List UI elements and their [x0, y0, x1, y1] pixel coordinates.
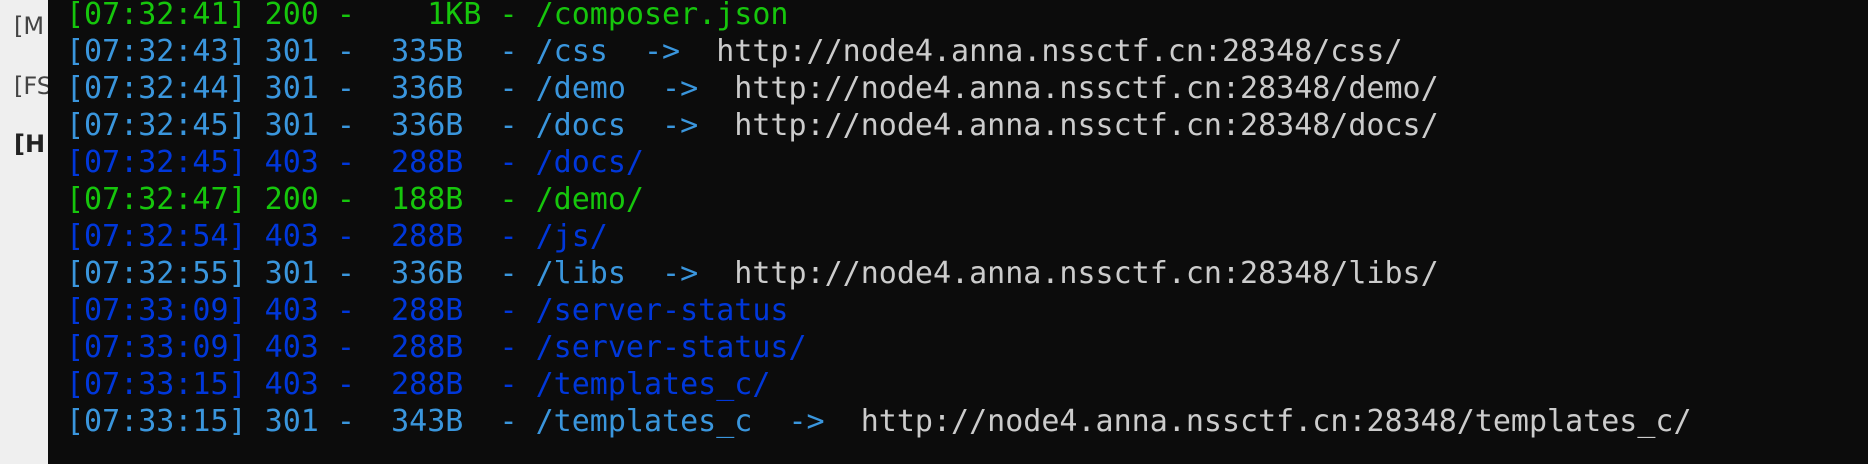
background-text-fragment: [H	[14, 130, 46, 158]
log-line-301: [07:32:55] 301 - 336B - /libs -> http://…	[66, 255, 1439, 292]
log-line-200: [07:32:41] 200 - 1KB - /composer.json	[66, 0, 788, 33]
background-text-fragment: [M	[14, 12, 45, 40]
screen: [M [FS [H [07:32:41] 200 - 1KB - /compos…	[0, 0, 1868, 464]
log-line-text: [07:32:45] 301 - 336B - /docs ->	[66, 108, 735, 143]
redirect-target: http://node4.anna.nssctf.cn:28348/templa…	[860, 404, 1692, 439]
log-line-text: [07:33:09] 403 - 288B - /server-status/	[66, 330, 807, 365]
log-line-301: [07:32:44] 301 - 336B - /demo -> http://…	[66, 70, 1439, 107]
log-line-301: [07:33:15] 301 - 343B - /templates_c -> …	[66, 403, 1692, 440]
log-line-301: [07:32:43] 301 - 335B - /css -> http://n…	[66, 33, 1403, 70]
terminal-window[interactable]: [07:32:41] 200 - 1KB - /composer.json [0…	[48, 0, 1868, 464]
redirect-target: http://node4.anna.nssctf.cn:28348/css/	[716, 34, 1403, 69]
log-line-text: [07:33:15] 301 - 343B - /templates_c ->	[66, 404, 861, 439]
background-text-fragment: [FS	[14, 72, 48, 100]
log-line-text: [07:32:47] 200 - 188B - /demo/	[66, 182, 644, 217]
background-window: [M [FS [H	[0, 0, 48, 464]
redirect-target: http://node4.anna.nssctf.cn:28348/libs/	[734, 256, 1439, 291]
redirect-target: http://node4.anna.nssctf.cn:28348/docs/	[734, 108, 1439, 143]
log-line-403: [07:33:09] 403 - 288B - /server-status	[66, 292, 788, 329]
log-line-301: [07:32:45] 301 - 336B - /docs -> http://…	[66, 107, 1439, 144]
log-line-text: [07:32:55] 301 - 336B - /libs ->	[66, 256, 735, 291]
log-line-text: [07:33:09] 403 - 288B - /server-status	[66, 293, 789, 328]
log-line-text: [07:32:54] 403 - 288B - /js/	[66, 219, 608, 254]
log-line-200: [07:32:47] 200 - 188B - /demo/	[66, 181, 644, 218]
log-line-403: [07:33:15] 403 - 288B - /templates_c/	[66, 366, 770, 403]
log-line-text: [07:32:45] 403 - 288B - /docs/	[66, 145, 644, 180]
log-line-text: [07:32:41] 200 - 1KB - /composer.json	[66, 0, 789, 32]
redirect-target: http://node4.anna.nssctf.cn:28348/demo/	[734, 71, 1439, 106]
log-line-403: [07:32:54] 403 - 288B - /js/	[66, 218, 608, 255]
log-line-403: [07:33:09] 403 - 288B - /server-status/	[66, 329, 807, 366]
log-line-text: [07:33:15] 403 - 288B - /templates_c/	[66, 367, 771, 402]
log-line-text: [07:32:44] 301 - 336B - /demo ->	[66, 71, 735, 106]
log-line-text: [07:32:43] 301 - 335B - /css ->	[66, 34, 717, 69]
log-line-403: [07:32:45] 403 - 288B - /docs/	[66, 144, 644, 181]
